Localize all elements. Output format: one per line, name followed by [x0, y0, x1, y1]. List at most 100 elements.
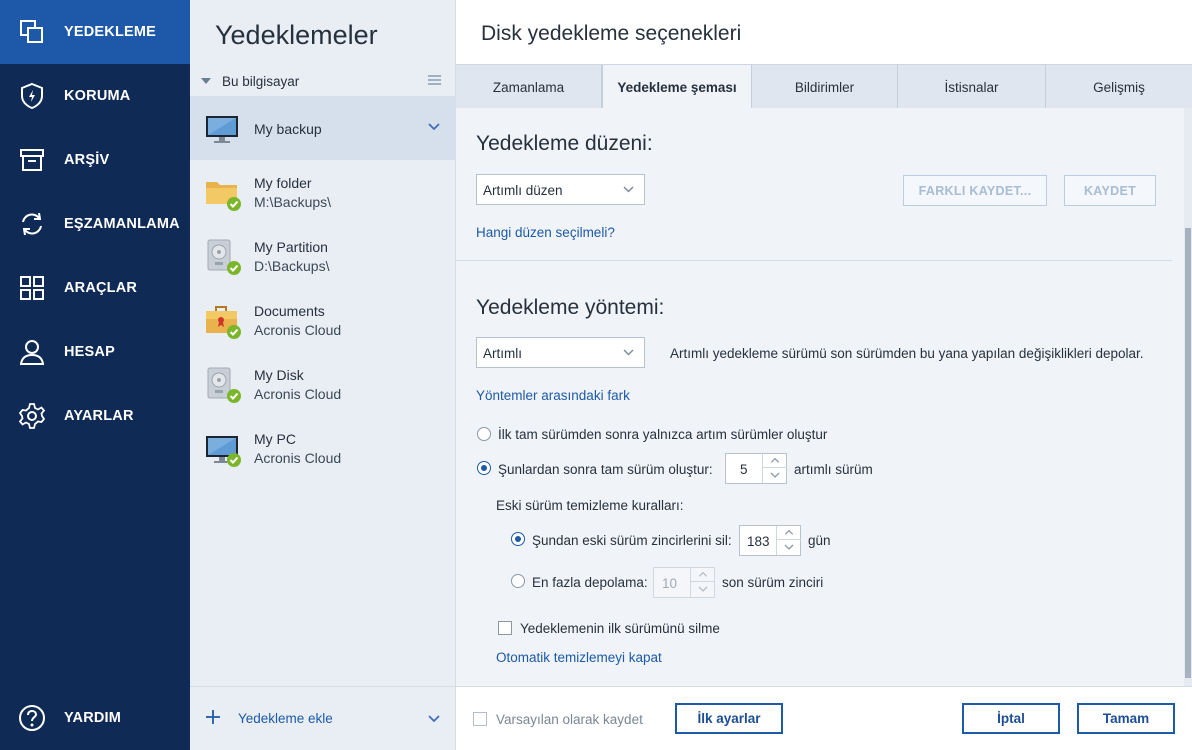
save-scheme-button[interactable]: KAYDET: [1064, 175, 1156, 206]
max-storage-label: En fazla depolama:: [532, 575, 648, 590]
sync-icon: [22, 212, 42, 236]
full-after-suffix: artımlı sürüm: [794, 462, 873, 477]
nav-item-settings[interactable]: AYARLAR: [0, 384, 190, 448]
save-default-checkbox[interactable]: [473, 712, 487, 726]
backup-item-my-backup[interactable]: My backup: [190, 96, 456, 160]
scheme-dropdown[interactable]: Artımlı düzen: [476, 174, 645, 205]
monitor-icon: [206, 436, 241, 467]
user-icon: [19, 340, 45, 365]
backup-item-my-disk[interactable]: My Disk Acronis Cloud: [190, 352, 456, 416]
chevron-down-icon: [623, 186, 634, 193]
which-scheme-link[interactable]: Hangi düzen seçilmeli?: [476, 225, 615, 240]
archive-icon: [20, 149, 44, 171]
nav-label: AYARLAR: [64, 408, 134, 424]
hard-disk-icon: [207, 367, 241, 403]
options-title: Disk yedekleme seçenekleri: [481, 22, 742, 45]
backup-name: My backup: [254, 121, 322, 137]
chevron-down-icon[interactable]: [428, 123, 440, 131]
full-after-radio[interactable]: [477, 461, 491, 475]
full-after-stepper[interactable]: 5: [725, 453, 787, 484]
hamburger-menu-icon[interactable]: [428, 75, 441, 85]
nav-item-sync[interactable]: EŞZAMANLAMA: [0, 192, 190, 256]
nav-label: KORUMA: [64, 88, 131, 104]
max-storage-stepper[interactable]: 10: [653, 567, 715, 598]
methods-difference-link[interactable]: Yöntemler arasındaki fark: [476, 388, 630, 403]
options-panel: Disk yedekleme seçenekleri Zamanlama Yed…: [456, 0, 1192, 750]
help-icon: [19, 705, 45, 731]
tab-advanced[interactable]: Gelişmiş: [1046, 65, 1192, 109]
add-backup-button[interactable]: Yedekleme ekle: [190, 686, 456, 750]
main-nav: YEDEKLEME KORUMA ARŞİV EŞZAMANLAMA ARAÇL…: [0, 0, 190, 750]
stepper-up-icon[interactable]: [763, 454, 787, 468]
hard-disk-icon: [207, 239, 241, 275]
delete-older-stepper[interactable]: 183: [739, 525, 801, 556]
delete-older-suffix: gün: [808, 533, 831, 548]
backup-destination: Acronis Cloud: [254, 450, 342, 466]
backup-item-my-pc[interactable]: My PC Acronis Cloud: [190, 416, 456, 480]
backup-name: My folder: [254, 175, 312, 191]
max-storage-radio[interactable]: [511, 574, 525, 588]
method-dropdown[interactable]: Artımlı: [476, 337, 645, 368]
nav-label: ARŞİV: [64, 152, 110, 168]
nav-item-backup[interactable]: YEDEKLEME: [0, 0, 190, 64]
keep-first-version-checkbox[interactable]: [498, 621, 512, 635]
cancel-button[interactable]: İptal: [962, 703, 1060, 734]
backup-item-my-folder[interactable]: My folder M:\Backups\: [190, 160, 456, 224]
scheme-content: Yedekleme düzeni: Artımlı düzen FARKLI K…: [456, 108, 1184, 686]
tab-schedule[interactable]: Zamanlama: [456, 65, 602, 109]
stepper-value: 5: [740, 462, 748, 477]
tab-notifications[interactable]: Bildirimler: [752, 65, 898, 109]
panel-title: Yedeklemeler: [215, 20, 378, 50]
stepper-down-icon[interactable]: [691, 582, 715, 596]
gear-icon: [18, 403, 46, 429]
nav-label: HESAP: [64, 344, 115, 360]
group-header[interactable]: Bu bilgisayar: [190, 66, 456, 96]
save-as-button[interactable]: FARKLI KAYDET...: [903, 175, 1047, 206]
nav-item-protection[interactable]: KORUMA: [0, 64, 190, 128]
keep-first-version-label: Yedeklemenin ilk sürümünü silme: [520, 621, 720, 636]
backup-destination: Acronis Cloud: [254, 386, 342, 402]
backup-destination: M:\Backups\: [254, 194, 332, 210]
monitor-icon: [206, 116, 238, 143]
chevron-down-icon[interactable]: [428, 715, 440, 723]
stepper-up-icon[interactable]: [691, 568, 715, 582]
backup-destination: D:\Backups\: [254, 258, 330, 274]
scheme-heading: Yedekleme düzeni:: [476, 132, 653, 155]
section-divider: [456, 260, 1172, 261]
stepper-down-icon[interactable]: [777, 540, 801, 554]
method-heading: Yedekleme yöntemi:: [476, 296, 665, 319]
nav-item-archive[interactable]: ARŞİV: [0, 128, 190, 192]
nav-item-account[interactable]: HESAP: [0, 320, 190, 384]
incremental-only-radio[interactable]: [477, 427, 491, 441]
full-after-label: Şunlardan sonra tam sürüm oluştur:: [498, 462, 713, 477]
backup-item-my-partition[interactable]: My Partition D:\Backups\: [190, 224, 456, 288]
delete-older-radio[interactable]: [511, 532, 525, 546]
backup-name: My PC: [254, 431, 296, 447]
options-footer: Varsayılan olarak kaydet İlk ayarlar İpt…: [456, 686, 1192, 750]
backup-item-documents[interactable]: Documents Acronis Cloud: [190, 288, 456, 352]
stepper-down-icon[interactable]: [763, 468, 787, 482]
options-tabs: Zamanlama Yedekleme şeması Bildirimler İ…: [456, 64, 1192, 109]
nav-item-help[interactable]: YARDIM: [0, 686, 190, 750]
shield-icon: [21, 82, 43, 110]
tab-exclusions[interactable]: İstisnalar: [898, 65, 1046, 109]
backup-name: My Disk: [254, 367, 304, 383]
backups-panel: Yedeklemeler Bu bilgisayar My backup My …: [190, 0, 456, 750]
stepper-value: 10: [662, 576, 678, 591]
method-value: Artımlı: [483, 346, 522, 361]
collapse-triangle-icon: [201, 78, 211, 84]
stepper-up-icon[interactable]: [777, 526, 801, 540]
reset-defaults-button[interactable]: İlk ayarlar: [675, 703, 783, 734]
disable-cleanup-link[interactable]: Otomatik temizlemeyi kapat: [496, 650, 662, 665]
plus-icon: [206, 710, 220, 724]
tab-backup-scheme[interactable]: Yedekleme şeması: [602, 65, 752, 109]
copy-icon: [20, 20, 43, 43]
method-description: Artımlı yedekleme sürümü son sürümden bu…: [670, 346, 1144, 361]
max-storage-suffix: son sürüm zinciri: [722, 575, 824, 590]
grid-icon: [20, 276, 44, 300]
ok-button[interactable]: Tamam: [1077, 703, 1175, 734]
scrollbar-thumb[interactable]: [1185, 228, 1191, 678]
nav-item-tools[interactable]: ARAÇLAR: [0, 256, 190, 320]
scrollbar[interactable]: [1184, 108, 1192, 686]
delete-older-label: Şundan eski sürüm zincirlerini sil:: [532, 533, 732, 548]
